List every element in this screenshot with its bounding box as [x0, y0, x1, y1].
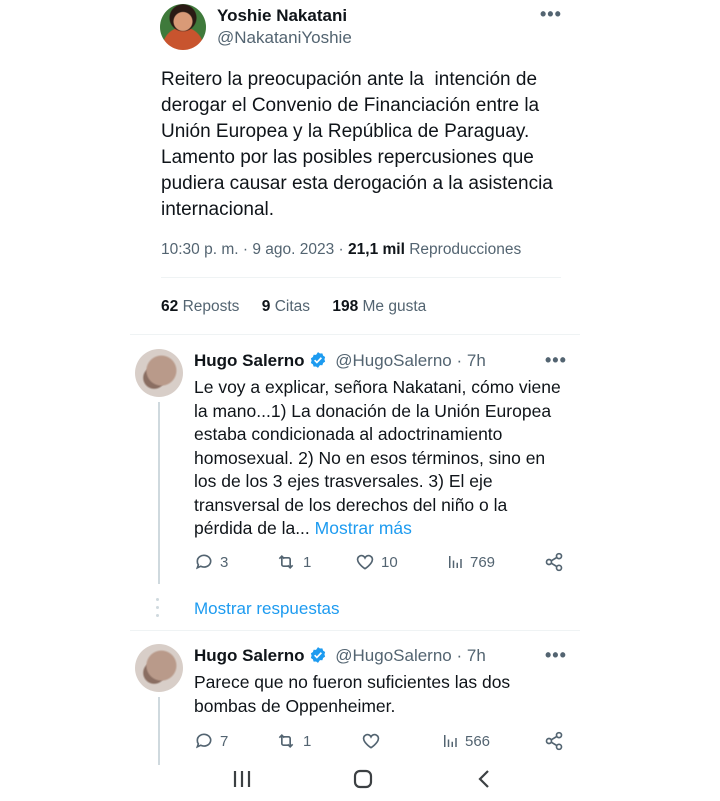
home-nav-button[interactable]	[353, 769, 373, 794]
likes-stat[interactable]: 198 Me gusta	[332, 298, 426, 315]
share-icon	[545, 552, 563, 572]
show-replies-link[interactable]: Mostrar respuestas	[194, 599, 340, 619]
reply-text: Le voy a explicar, señora Nakatani, cómo…	[194, 376, 574, 541]
verified-badge-icon	[310, 647, 325, 663]
reply-button[interactable]: 3	[194, 552, 228, 572]
reply-text-line: los de los 3 ejes trasversales. 3) El ej…	[194, 471, 493, 491]
more-options-icon[interactable]: •••	[545, 645, 567, 666]
views-button[interactable]: 566	[441, 731, 490, 751]
repost-count: 1	[303, 732, 312, 750]
reposts-count: 62	[161, 298, 179, 315]
reply-age: · 7h	[456, 646, 486, 665]
thread-dots	[156, 598, 160, 620]
like-count: 10	[381, 553, 398, 571]
divider	[130, 334, 580, 335]
reply-author-name[interactable]: Hugo Salerno	[194, 351, 305, 370]
reply-button[interactable]: 7	[194, 731, 228, 751]
tweet-text-line: Lamento por las posibles repercusiones q…	[161, 147, 534, 168]
tweet-time[interactable]: 10:30 p. m.	[161, 241, 239, 258]
share-button[interactable]	[544, 552, 564, 572]
separator: ·	[338, 241, 344, 258]
reply-text-line: estaba condicionada al adoctrinamiento	[194, 424, 503, 444]
like-button[interactable]	[361, 731, 387, 751]
quotes-stat[interactable]: 9 Citas	[262, 298, 310, 315]
back-chevron-icon	[478, 770, 489, 788]
author-avatar[interactable]	[160, 4, 206, 50]
reply-author-name[interactable]: Hugo Salerno	[194, 646, 305, 665]
tweet-text-line: internacional.	[161, 199, 275, 220]
tweet-text-line: Reitero la preocupación ante la intenció…	[161, 69, 538, 90]
recents-icon	[233, 771, 251, 787]
reply-text-line: Le voy a explicar, señora Nakatani, cómo…	[194, 377, 561, 397]
divider	[130, 630, 580, 631]
views-count: 21,1 mil	[348, 241, 405, 258]
views-chart-icon	[444, 735, 457, 747]
verified-badge-icon	[310, 352, 325, 368]
like-button[interactable]: 10	[355, 552, 398, 572]
repost-count: 1	[303, 553, 312, 571]
reply-text-line: la mano...1) La donación de la Unión Eur…	[194, 400, 552, 421]
more-options-icon[interactable]: •••	[545, 350, 567, 371]
divider	[161, 277, 561, 278]
reply-count: 7	[220, 732, 229, 750]
reply-avatar[interactable]	[135, 644, 183, 692]
tweet-meta: 10:30 p. m. · 9 ago. 2023 · 21,1 mil Rep…	[161, 241, 521, 259]
reply-text-line: transversal de los derechos del niño o l…	[194, 494, 508, 515]
views-chart-icon	[449, 556, 462, 568]
views-count: 566	[465, 732, 491, 750]
reply-icon	[195, 733, 212, 749]
views-button[interactable]: 769	[446, 552, 495, 572]
thread-line	[158, 402, 160, 584]
reply-text-last: pérdida de la...	[194, 518, 310, 538]
reply-header: Hugo Salerno @HugoSalerno · 7h	[194, 646, 486, 666]
likes-count: 198	[332, 298, 359, 315]
reply-count: 3	[220, 553, 229, 571]
reposts-label: Reposts	[182, 298, 240, 315]
recents-nav-button[interactable]	[232, 770, 252, 793]
reply-text-line: bombas de Oppenheimer.	[194, 695, 396, 716]
repost-button[interactable]: 1	[275, 731, 311, 751]
thread-line	[158, 697, 160, 765]
tweet-date[interactable]: 9 ago. 2023	[252, 241, 334, 258]
heart-icon	[362, 733, 380, 749]
more-options-icon[interactable]: •••	[540, 4, 562, 25]
reply-text: Parece que no fueron suficientes las dos…	[194, 671, 574, 718]
reply-header: Hugo Salerno @HugoSalerno · 7h	[194, 351, 486, 371]
reply-author-handle[interactable]: @HugoSalerno	[335, 646, 452, 665]
tweet-text-line: pudiera causar esta derogación a la asis…	[161, 173, 553, 194]
reply-icon	[195, 554, 212, 570]
back-nav-button[interactable]	[477, 769, 491, 794]
reply-age: · 7h	[456, 351, 486, 370]
reply-text-line: Parece que no fueron suficientes las dos	[194, 672, 511, 692]
tweet-text-line: derogar el Convenio de Financiación entr…	[161, 95, 540, 116]
reply-text-line: homosexual. 2) No en esos términos, sino…	[194, 447, 546, 468]
tweet-text: Reitero la preocupación ante la intenció…	[161, 67, 581, 223]
separator: ·	[242, 241, 249, 258]
reposts-stat[interactable]: 62 Reposts	[161, 298, 239, 315]
repost-button[interactable]: 1	[275, 552, 311, 572]
reply-text-line: pérdida de la... Mostrar más	[194, 517, 574, 541]
reply-author-handle[interactable]: @HugoSalerno	[335, 351, 452, 370]
show-more-link[interactable]: Mostrar más	[315, 518, 412, 538]
home-icon	[353, 769, 373, 789]
engagement-stats: 62 Reposts 9 Citas 198 Me gusta	[161, 298, 426, 316]
tweet-text-line: Unión Europea y la República de Paraguay…	[161, 121, 530, 142]
repost-icon	[278, 554, 294, 570]
heart-icon	[356, 554, 374, 570]
quotes-count: 9	[261, 298, 271, 315]
repost-icon	[278, 733, 294, 749]
share-icon	[545, 731, 563, 751]
quotes-label: Citas	[274, 298, 311, 315]
views-count: 769	[470, 553, 496, 571]
views-label: Reproducciones	[409, 241, 522, 258]
author-handle[interactable]: @NakataniYoshie	[217, 28, 352, 48]
author-name[interactable]: Yoshie Nakatani	[217, 6, 347, 26]
share-button[interactable]	[544, 731, 564, 751]
reply-avatar[interactable]	[135, 349, 183, 397]
likes-label: Me gusta	[362, 298, 427, 315]
